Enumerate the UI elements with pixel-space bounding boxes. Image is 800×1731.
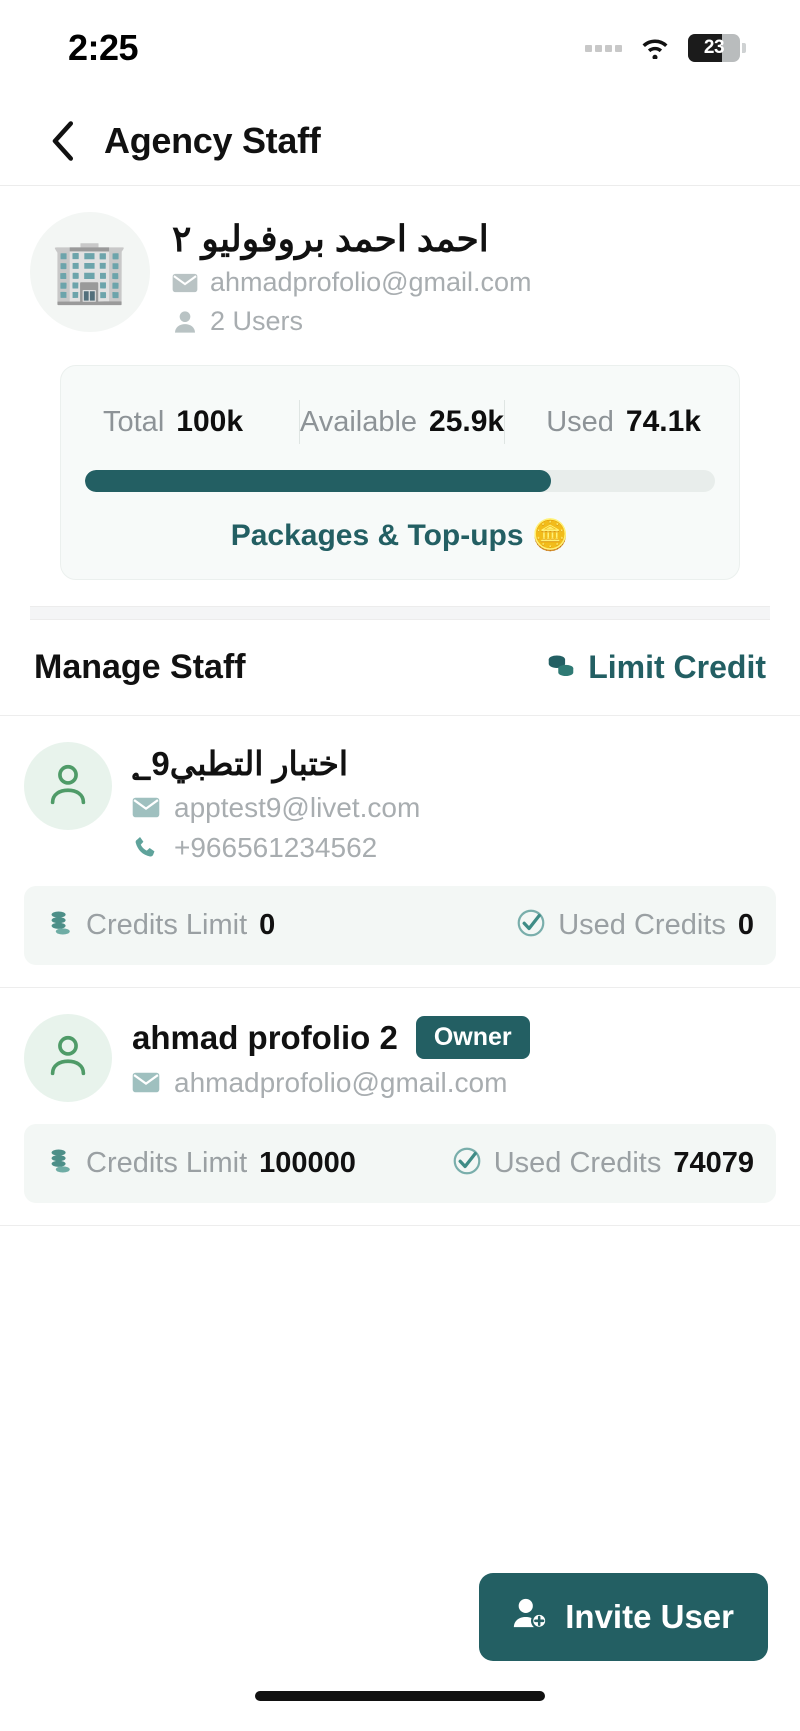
signal-dots-icon: [585, 44, 622, 52]
invite-user-button[interactable]: Invite User: [479, 1573, 768, 1661]
staff-name-row: ahmad profolio 2 Owner: [132, 1015, 530, 1059]
person-outline-icon: [47, 762, 89, 811]
used-credits-item: Used Credits 74079: [452, 1146, 754, 1181]
coins-icon: [46, 909, 74, 942]
staff-email-row: ahmadprofolio@gmail.com: [132, 1067, 530, 1099]
status-indicators: 23: [585, 33, 746, 64]
check-circle-icon: [516, 908, 546, 943]
stat-used-label: Used: [546, 406, 614, 439]
agency-header: 🏢 احمد احمد بروفوليو ٢ ahmadprofolio@gma…: [0, 186, 800, 621]
nav-bar: Agency Staff: [0, 96, 800, 186]
agency-top-row: 🏢 احمد احمد بروفوليو ٢ ahmadprofolio@gma…: [30, 212, 770, 337]
invite-user-area: Invite User: [0, 1573, 800, 1661]
manage-staff-header: Manage Staff Limit Credit: [0, 620, 800, 717]
status-bar: 2:25 23: [0, 0, 800, 96]
chevron-left-icon: [49, 120, 75, 162]
limit-credit-label: Limit Credit: [588, 649, 766, 686]
used-credits-value: 74079: [673, 1146, 754, 1179]
used-credits-label: Used Credits: [493, 1146, 662, 1179]
staff-name-row: اختبار التطبي؂9: [132, 744, 420, 784]
credits-limit-item: Credits Limit 100000: [46, 1147, 356, 1180]
packages-topups-link[interactable]: Packages & Top-ups 🪙: [85, 518, 715, 553]
credits-limit-label: Credits Limit: [86, 908, 248, 941]
agency-avatar: 🏢: [30, 212, 150, 332]
staff-top-row: اختبار التطبي؂9 apptest9@livet.com: [24, 742, 776, 864]
envelope-icon: [132, 1072, 160, 1093]
stat-used: Used 74.1k: [505, 405, 715, 439]
app-screen: 2:25 23 Agency Staff 🏢 احمد احمد بروفولي…: [0, 0, 800, 1731]
battery-icon: 23: [688, 34, 746, 62]
agency-email-row: ahmadprofolio@gmail.com: [172, 267, 532, 298]
credits-limit-value: 0: [259, 908, 276, 941]
battery-level: 23: [703, 37, 725, 58]
stat-available-value: 25.9k: [429, 405, 505, 439]
stat-total: Total 100k: [85, 405, 299, 439]
stat-available: Available 25.9k: [300, 405, 504, 439]
wifi-icon: [638, 33, 672, 64]
agency-users-row: 2 Users: [172, 306, 532, 337]
agency-users-count: 2 Users: [210, 306, 304, 337]
person-icon: [172, 310, 198, 334]
status-badge: Owner: [415, 1015, 530, 1059]
stat-total-label: Total: [103, 406, 165, 439]
avatar: [24, 1013, 112, 1102]
status-time: 2:25: [68, 27, 139, 68]
section-divider: [30, 606, 770, 621]
limit-credit-button[interactable]: Limit Credit: [546, 649, 766, 686]
credit-summary-card: Total 100k Available 25.9k Used 74.1k Pa…: [60, 365, 740, 581]
envelope-icon: [132, 797, 160, 818]
home-indicator-area: [0, 1661, 800, 1731]
staff-card[interactable]: ahmad profolio 2 Owner ahmadprofolio@gma…: [0, 988, 800, 1226]
credits-strip: Credits Limit 0 Used Credits 0: [24, 885, 776, 965]
credit-progress-bar: [85, 470, 715, 493]
stat-available-label: Available: [299, 406, 418, 439]
back-button[interactable]: [40, 119, 84, 163]
envelope-icon: [172, 273, 198, 293]
phone-icon: [132, 835, 160, 861]
page-title: Agency Staff: [104, 119, 321, 161]
staff-info: ahmad profolio 2 Owner ahmadprofolio@gma…: [132, 1014, 530, 1099]
credits-limit-value: 100000: [259, 1146, 356, 1179]
staff-phone: +966561234562: [174, 831, 378, 863]
coins-icon: [546, 650, 576, 685]
home-indicator: [255, 1691, 545, 1701]
check-circle-icon: [452, 1146, 482, 1181]
staff-phone-row: +966561234562: [132, 832, 420, 864]
staff-email: apptest9@livet.com: [174, 791, 421, 823]
agency-email: ahmadprofolio@gmail.com: [210, 267, 532, 298]
invite-user-label: Invite User: [565, 1598, 734, 1635]
manage-staff-title: Manage Staff: [34, 648, 246, 687]
agency-name: احمد احمد بروفوليو ٢: [172, 218, 489, 259]
used-credits-value: 0: [737, 908, 754, 941]
staff-email: ahmadprofolio@gmail.com: [174, 1066, 508, 1098]
coins-icon: [46, 1147, 74, 1180]
credit-progress-fill: [85, 470, 552, 493]
staff-info: اختبار التطبي؂9 apptest9@livet.com: [132, 742, 420, 864]
stat-used-value: 74.1k: [625, 405, 701, 439]
person-outline-icon: [47, 1033, 89, 1082]
credits-limit-label: Credits Limit: [86, 1146, 248, 1179]
credits-limit-item: Credits Limit 0: [46, 909, 275, 942]
used-credits-item: Used Credits 0: [516, 908, 754, 943]
credit-stats: Total 100k Available 25.9k Used 74.1k: [85, 400, 715, 445]
staff-name: اختبار التطبي؂9: [132, 745, 349, 783]
staff-top-row: ahmad profolio 2 Owner ahmadprofolio@gma…: [24, 1013, 776, 1102]
person-add-icon: [513, 1597, 548, 1637]
staff-name: ahmad profolio 2: [132, 1018, 398, 1056]
credits-strip: Credits Limit 100000 Used Credits 74079: [24, 1123, 776, 1203]
used-credits-label: Used Credits: [558, 908, 726, 941]
avatar: [24, 742, 112, 831]
staff-card[interactable]: اختبار التطبي؂9 apptest9@livet.com: [0, 716, 800, 988]
stat-total-value: 100k: [176, 405, 244, 439]
staff-email-row: apptest9@livet.com: [132, 792, 420, 824]
agency-info: احمد احمد بروفوليو ٢ ahmadprofolio@gmail…: [172, 212, 532, 337]
